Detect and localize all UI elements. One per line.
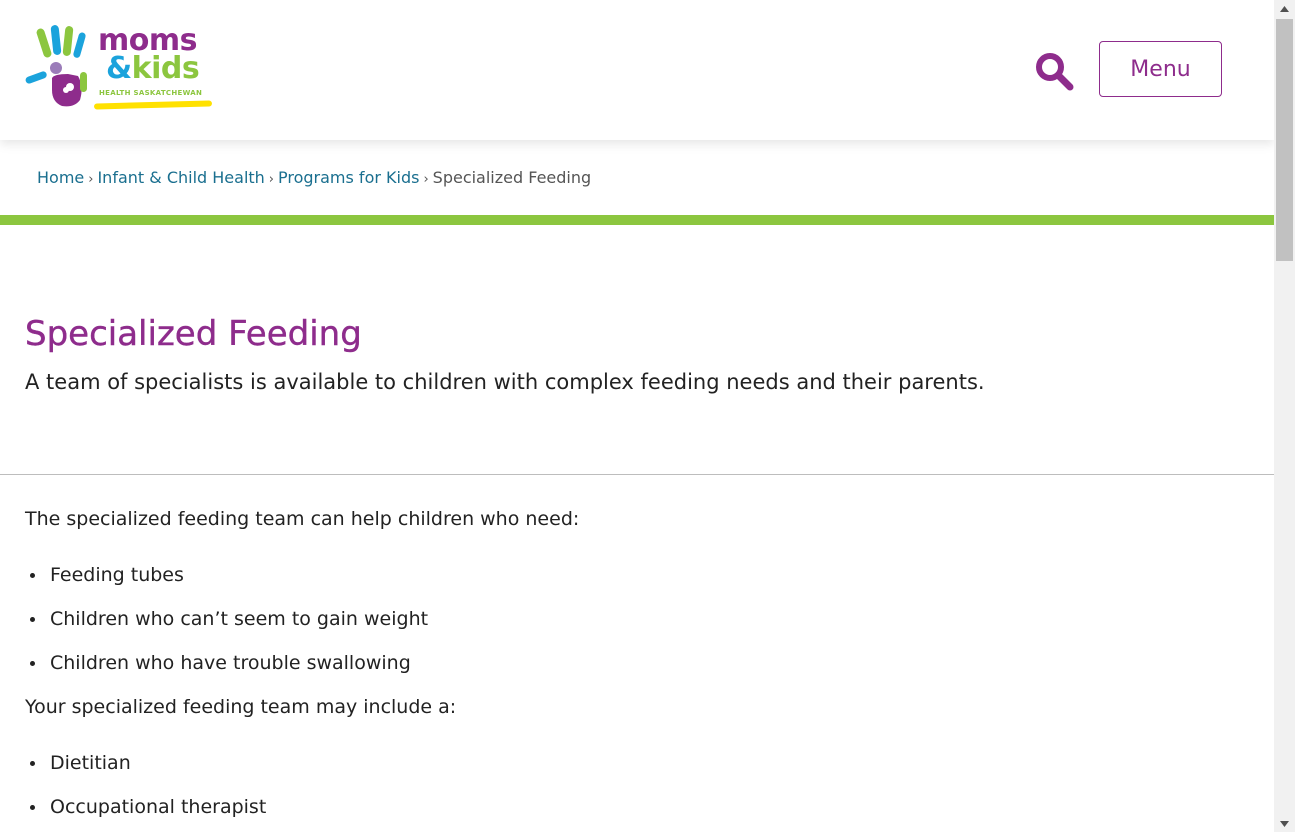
breadcrumb: Home › Infant & Child Health › Programs for … <box>37 168 591 190</box>
breadcrumb-link-infant-child-health[interactable]: Infant & Child Health <box>97 168 264 187</box>
scroll-up-arrow-icon <box>1280 5 1289 12</box>
logo-word-kids: kids <box>131 51 200 86</box>
intro-paragraph-1: The specialized feeding team can help ch… <box>25 508 580 530</box>
list-item-text: Feeding tubes <box>50 564 184 586</box>
list-item-text: Children who have trouble swallowing <box>50 652 411 674</box>
scroll-down-arrow-icon <box>1280 820 1289 827</box>
page: moms &kids HEALTH SASKATCHEWAN Menu Home… <box>0 0 1274 832</box>
team-list: Dietitian Occupational therapist <box>25 749 1225 832</box>
scrollbar-thumb[interactable] <box>1276 19 1293 261</box>
list-item: Feeding tubes <box>25 561 1225 605</box>
breadcrumb-link-home[interactable]: Home <box>37 168 84 187</box>
bullet-icon <box>30 617 35 622</box>
page-title: Specialized Feeding <box>25 314 362 354</box>
search-icon <box>1036 53 1074 91</box>
scroll-up-button[interactable] <box>1274 0 1295 17</box>
intro-paragraph-2: Your specialized feeding team may includ… <box>25 696 457 718</box>
bullet-icon <box>30 761 35 766</box>
breadcrumb-separator: › <box>88 172 94 187</box>
list-item: Children who can’t seem to gain weight <box>25 605 1225 649</box>
scroll-down-button[interactable] <box>1274 815 1295 832</box>
list-item-text: Children who can’t seem to gain weight <box>50 608 429 630</box>
logo-underline <box>93 100 213 110</box>
needs-list: Feeding tubes Children who can’t seem to… <box>25 561 1225 693</box>
section-divider-bar <box>0 215 1274 225</box>
breadcrumb-current: Specialized Feeding <box>432 168 592 187</box>
horizontal-rule <box>0 474 1274 475</box>
bullet-icon <box>30 661 35 666</box>
logo-subtitle: HEALTH SASKATCHEWAN <box>99 89 203 97</box>
list-item: Dietitian <box>25 749 1225 793</box>
search-button[interactable] <box>1033 50 1075 92</box>
bullet-icon <box>30 805 35 810</box>
list-item: Children who have trouble swallowing <box>25 649 1225 693</box>
logo-ampersand: & <box>106 51 132 86</box>
list-item-text: Occupational therapist <box>50 796 267 818</box>
site-header: moms &kids HEALTH SASKATCHEWAN Menu <box>0 0 1274 140</box>
site-logo[interactable]: moms &kids HEALTH SASKATCHEWAN <box>24 24 214 112</box>
menu-button[interactable]: Menu <box>1099 41 1222 97</box>
breadcrumb-link-programs-for-kids[interactable]: Programs for Kids <box>278 168 419 187</box>
handprint-logo-icon <box>25 25 87 107</box>
main-content: The specialized feeding team can help ch… <box>25 505 1225 832</box>
list-item-text: Dietitian <box>50 752 131 774</box>
logo-text-kids: &kids <box>106 51 200 86</box>
breadcrumb-separator: › <box>423 172 429 187</box>
bullet-icon <box>30 573 35 578</box>
list-item: Occupational therapist <box>25 793 1225 832</box>
vertical-scrollbar[interactable] <box>1274 0 1295 832</box>
page-subtitle: A team of specialists is available to ch… <box>25 370 985 394</box>
breadcrumb-separator: › <box>268 172 274 187</box>
